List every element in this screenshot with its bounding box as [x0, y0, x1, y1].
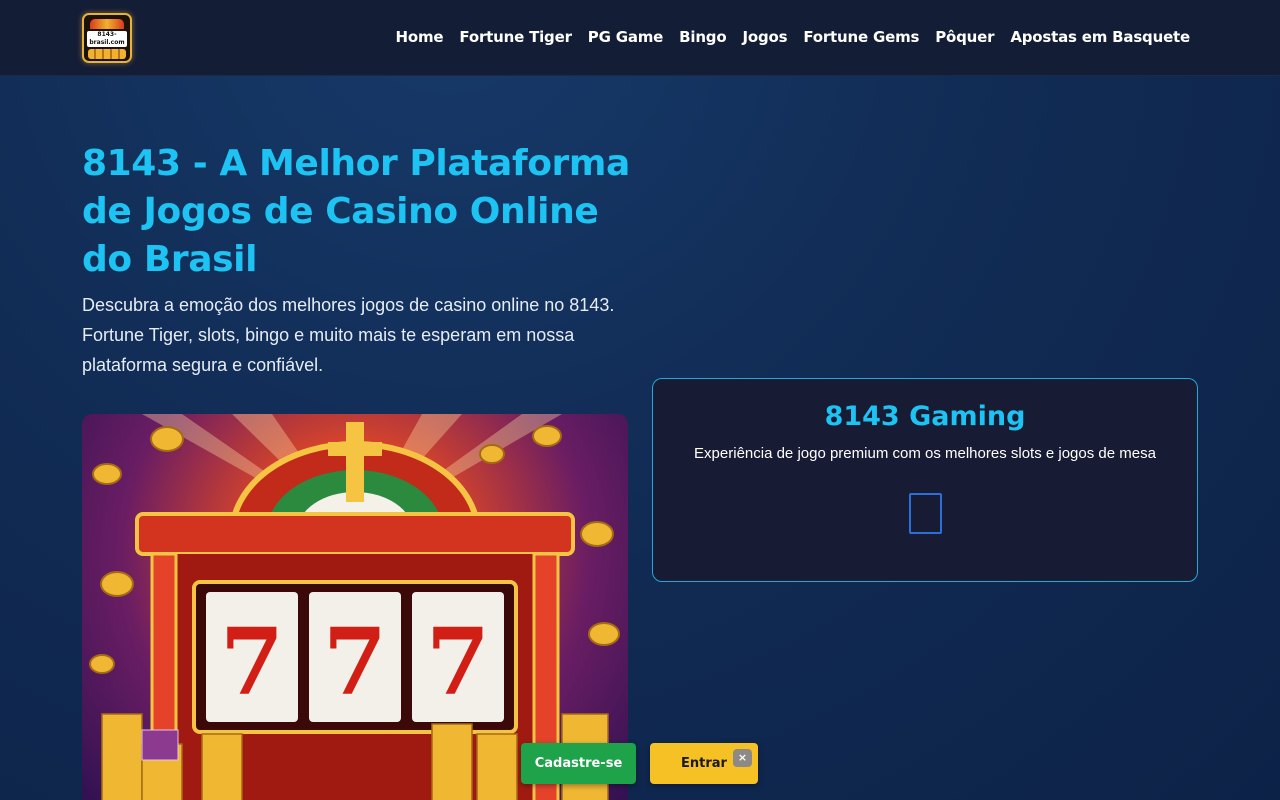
nav-jogos[interactable]: Jogos — [742, 28, 787, 46]
gaming-card-subtitle: Experiência de jogo premium com os melho… — [694, 445, 1156, 462]
nav-apostas-basquete[interactable]: Apostas em Basquete — [1010, 28, 1190, 46]
hero-description: Descubra a emoção dos melhores jogos de … — [82, 295, 615, 375]
svg-text:7: 7 — [220, 608, 284, 716]
site-header: 8143-brasil.com Home Fortune Tiger PG Ga… — [0, 0, 1280, 76]
nav-home[interactable]: Home — [396, 28, 444, 46]
gaming-card: 8143 Gaming Experiência de jogo premium … — [652, 378, 1198, 582]
nav-poquer[interactable]: Pôquer — [935, 28, 994, 46]
close-icon[interactable]: × — [733, 749, 752, 767]
site-logo[interactable]: 8143-brasil.com — [82, 13, 132, 63]
svg-text:7: 7 — [426, 608, 490, 716]
logo-crown-graphic — [90, 19, 124, 29]
logo-coins-graphic — [88, 49, 126, 59]
gaming-card-title: 8143 Gaming — [824, 401, 1026, 432]
svg-text:7: 7 — [323, 608, 387, 716]
hero-title: 8143 - A Melhor Plataforma de Jogos de C… — [82, 143, 630, 280]
signup-button[interactable]: Cadastre-se — [521, 743, 636, 784]
nav-pg-game[interactable]: PG Game — [588, 28, 664, 46]
loading-placeholder — [909, 493, 942, 534]
main-nav: Home Fortune Tiger PG Game Bingo Jogos F… — [380, 28, 1191, 46]
nav-fortune-gems[interactable]: Fortune Gems — [803, 28, 919, 46]
nav-bingo[interactable]: Bingo — [679, 28, 726, 46]
nav-fortune-tiger[interactable]: Fortune Tiger — [459, 28, 572, 46]
logo-text: 8143-brasil.com — [87, 31, 127, 47]
